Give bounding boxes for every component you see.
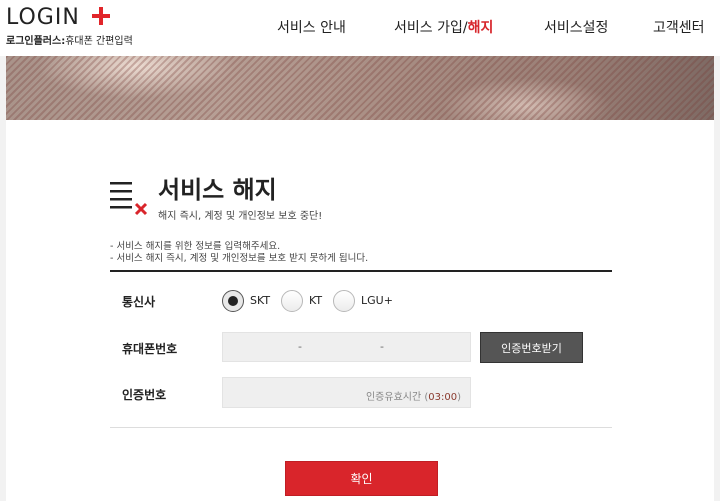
notice-text: - 서비스 해지를 위한 정보를 입력해주세요. - 서비스 해지 즉시, 계정… xyxy=(110,241,368,265)
validity-timer-value: 03:00 xyxy=(428,392,458,403)
carrier-label: 통신사 xyxy=(122,295,156,309)
banner-stripe-overlay xyxy=(6,56,714,120)
verification-code-input[interactable]: 인증유효시간 (03:00) xyxy=(222,377,471,408)
send-code-button[interactable]: 인증번호받기 xyxy=(480,332,583,363)
nav-service-settings[interactable]: 서비스설정 xyxy=(544,17,608,39)
validity-timer-close: ) xyxy=(457,392,461,403)
phone-number-field[interactable]: - - xyxy=(222,332,471,362)
hero-banner-image xyxy=(6,56,714,120)
radio-checked-icon[interactable] xyxy=(222,290,244,312)
nav-service-cancel-label: 해지 xyxy=(467,20,494,36)
logo-tagline-rest: 휴대폰 간편입력 xyxy=(65,36,133,47)
carrier-radio-lgu-label: LGU+ xyxy=(361,294,393,307)
nav-service-join-label: 서비스 가입/ xyxy=(394,20,468,36)
nav-customer-center-label: 고객센터 xyxy=(653,20,705,36)
notice-line: - 서비스 해지 즉시, 계정 및 개인정보를 보호 받지 못하게 됩니다. xyxy=(110,253,369,264)
phone-separator: - xyxy=(380,340,384,353)
logo-plus-icon xyxy=(92,7,110,25)
logo-tagline: 로그인플러스:휴대폰 간편입력 xyxy=(6,32,133,47)
site-header: LOGIN 로그인플러스:휴대폰 간편입력 서비스 안내 서비스 가입/해지 서… xyxy=(0,0,720,56)
logo-tagline-bold: 로그인플러스: xyxy=(6,36,66,47)
validity-timer-label: 인증유효시간 ( xyxy=(365,392,429,403)
page-subtitle: 해지 즉시, 계정 및 개인정보 보호 중단! xyxy=(158,211,323,222)
form-bottom-divider xyxy=(110,427,612,428)
logo[interactable]: LOGIN 로그인플러스:휴대폰 간편입력 xyxy=(6,5,146,48)
radio-unchecked-icon[interactable] xyxy=(281,290,303,312)
phone-separator: - xyxy=(298,340,302,353)
nav-customer-center[interactable]: 고객센터 xyxy=(653,17,705,39)
phone-label: 휴대폰번호 xyxy=(122,342,178,356)
nav-service-info-label: 서비스 안내 xyxy=(277,20,346,36)
page-title: 서비스 해지 xyxy=(158,176,277,204)
nav-service-join-cancel[interactable]: 서비스 가입/해지 xyxy=(394,17,493,39)
radio-unchecked-icon[interactable] xyxy=(333,290,355,312)
confirm-button[interactable]: 확인 xyxy=(285,461,438,496)
nav-service-settings-label: 서비스설정 xyxy=(544,20,609,36)
carrier-radio-kt-label: KT xyxy=(309,294,323,307)
notice-line: - 서비스 해지를 위한 정보를 입력해주세요. xyxy=(110,241,281,252)
validity-timer: 인증유효시간 (03:00) xyxy=(366,388,461,403)
list-cancel-icon xyxy=(110,182,148,216)
form-top-divider xyxy=(110,270,612,272)
nav-service-info[interactable]: 서비스 안내 xyxy=(277,17,346,39)
logo-text: LOGIN xyxy=(6,5,80,30)
carrier-radio-skt-label: SKT xyxy=(250,294,271,307)
content-card xyxy=(6,120,714,501)
code-label: 인증번호 xyxy=(122,388,167,402)
